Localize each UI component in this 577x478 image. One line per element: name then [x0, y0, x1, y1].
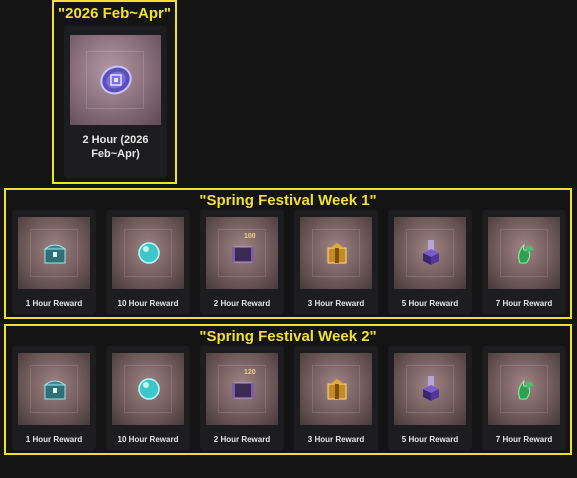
- item-quantity: 100: [244, 233, 256, 240]
- glowing-cube-icon: [423, 376, 439, 401]
- reward-label: 5 Hour Reward: [401, 299, 459, 308]
- reward-thumbnail: [70, 35, 161, 125]
- item-quantity: 120: [244, 369, 256, 376]
- reward-thumbnail: [394, 353, 466, 425]
- reward-thumbnail: [112, 353, 184, 425]
- treasure-chest-icon: [43, 380, 67, 400]
- reward-thumbnail: [488, 353, 560, 425]
- cyan-orb-icon: [138, 242, 160, 264]
- reward-label: 7 Hour Reward: [495, 435, 553, 444]
- scroll-ticket-icon: [232, 382, 254, 399]
- treasure-chest-icon: [43, 244, 67, 264]
- purple-token-icon: [100, 65, 132, 95]
- reward-row: 1 Hour Reward 10 Hour Reward: [12, 346, 566, 450]
- reward-card[interactable]: 1 Hour Reward: [12, 346, 96, 450]
- reward-thumbnail: [394, 217, 466, 289]
- glowing-cube-icon: [423, 240, 439, 265]
- reward-card[interactable]: 2 Hour (2026 Feb~Apr): [64, 26, 167, 178]
- reward-card[interactable]: 10 Hour Reward: [106, 346, 190, 450]
- reward-group-spring-festival-week-1: "Spring Festival Week 1" 1 Hour Reward 1…: [4, 188, 572, 319]
- reward-group-2026-feb-apr: "2026 Feb~Apr" 2 Hour (2026 Feb~Apr): [52, 0, 177, 184]
- reward-thumbnail: [300, 217, 372, 289]
- group-title: "2026 Feb~Apr": [57, 5, 172, 22]
- reward-label: 2 Hour (2026 Feb~Apr): [82, 134, 149, 160]
- reward-card[interactable]: 3 Hour Reward: [294, 210, 378, 314]
- reward-thumbnail: [18, 217, 90, 289]
- reward-label: 5 Hour Reward: [401, 435, 459, 444]
- reward-card[interactable]: 100 2 Hour Reward: [200, 210, 284, 314]
- reward-thumbnail: [18, 353, 90, 425]
- reward-card[interactable]: 1 Hour Reward: [12, 210, 96, 314]
- cyan-orb-icon: [138, 378, 160, 400]
- reward-label: 1 Hour Reward: [25, 299, 83, 308]
- reward-card[interactable]: 3 Hour Reward: [294, 346, 378, 450]
- reward-row: 1 Hour Reward 10 Hour Reward: [12, 210, 566, 314]
- reward-card[interactable]: 5 Hour Reward: [388, 210, 472, 314]
- green-crystal-icon: [518, 379, 534, 400]
- reward-card[interactable]: 10 Hour Reward: [106, 210, 190, 314]
- reward-label: 1 Hour Reward: [25, 435, 83, 444]
- reward-thumbnail: [300, 353, 372, 425]
- reward-card[interactable]: 120 2 Hour Reward: [200, 346, 284, 450]
- reward-card[interactable]: 7 Hour Reward: [482, 346, 566, 450]
- reward-label: 10 Hour Reward: [117, 435, 179, 444]
- reward-label: 10 Hour Reward: [117, 299, 179, 308]
- reward-thumbnail: 100: [206, 217, 278, 289]
- scroll-ticket-icon: [232, 246, 254, 263]
- reward-label: 7 Hour Reward: [495, 299, 553, 308]
- gold-box-icon: [327, 243, 347, 264]
- reward-thumbnail: 120: [206, 353, 278, 425]
- gold-box-icon: [327, 379, 347, 400]
- reward-card[interactable]: 7 Hour Reward: [482, 210, 566, 314]
- reward-thumbnail: [488, 217, 560, 289]
- reward-label: 3 Hour Reward: [307, 299, 365, 308]
- reward-label: 3 Hour Reward: [307, 435, 365, 444]
- green-crystal-icon: [518, 243, 534, 264]
- group-title: "Spring Festival Week 1": [199, 192, 377, 209]
- reward-group-spring-festival-week-2: "Spring Festival Week 2" 1 Hour Reward 1…: [4, 324, 572, 455]
- group-title: "Spring Festival Week 2": [199, 328, 377, 345]
- reward-label: 2 Hour Reward: [213, 299, 271, 308]
- reward-thumbnail: [112, 217, 184, 289]
- reward-card[interactable]: 5 Hour Reward: [388, 346, 472, 450]
- reward-label: 2 Hour Reward: [213, 435, 271, 444]
